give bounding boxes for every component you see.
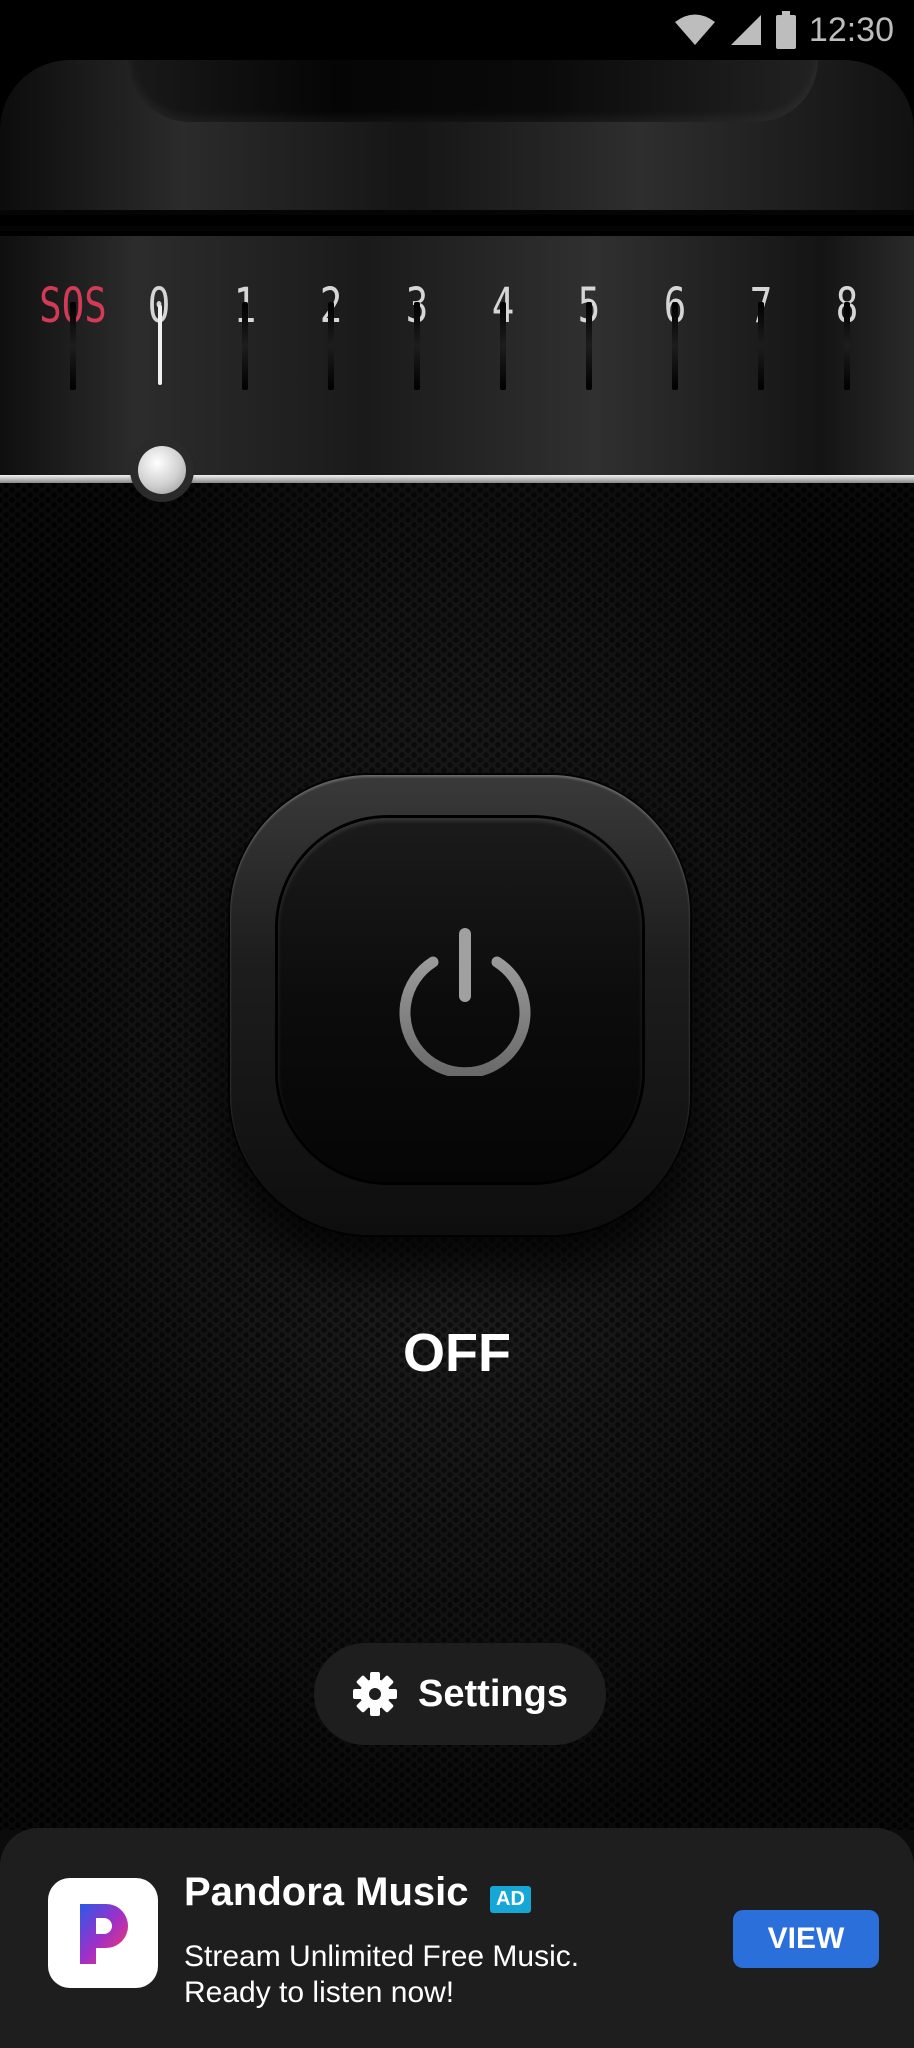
flashlight-header <box>0 60 914 478</box>
ad-description-line1: Stream Unlimited Free Music. <box>184 1940 580 1973</box>
status-time: 12:30 <box>808 10 894 49</box>
header-groove <box>0 210 914 215</box>
header-notch <box>128 60 818 122</box>
power-button[interactable] <box>230 775 690 1235</box>
dial-tick <box>328 302 334 390</box>
power-button-face[interactable] <box>278 818 642 1182</box>
mode-dial[interactable] <box>0 236 914 476</box>
wifi-icon <box>674 14 715 45</box>
settings-label: Settings <box>418 1672 568 1715</box>
dial-tick <box>844 302 850 390</box>
pandora-app-icon[interactable] <box>48 1878 158 1988</box>
dial-slider-track[interactable] <box>0 475 914 483</box>
ad-description-line2: Ready to listen now! <box>184 1976 455 2009</box>
dial-slider-knob[interactable] <box>138 446 186 494</box>
power-state-label: OFF <box>403 1323 511 1383</box>
ad-banner[interactable]: Pandora Music AD Stream Unlimited Free M… <box>0 1828 914 2048</box>
gear-icon <box>353 1672 398 1716</box>
dial-tick <box>500 302 506 390</box>
ad-badge: AD <box>490 1886 531 1913</box>
dial-tick-active <box>158 305 162 385</box>
dial-tick <box>586 302 592 390</box>
power-icon <box>399 928 531 1076</box>
settings-button[interactable]: Settings <box>314 1643 606 1745</box>
battery-icon <box>775 11 796 49</box>
dial-tick <box>758 302 764 390</box>
dial-tick <box>414 302 420 390</box>
dial-tick <box>242 302 248 390</box>
ad-title[interactable]: Pandora Music <box>184 1870 469 1915</box>
status-bar: 12:30 <box>0 0 914 60</box>
header-groove <box>0 226 914 231</box>
dial-tick <box>70 302 76 390</box>
signal-icon <box>730 15 761 45</box>
header-cap <box>0 60 914 210</box>
pandora-logo-icon <box>80 1904 128 1964</box>
ad-view-button[interactable]: VIEW <box>733 1910 879 1968</box>
dial-tick <box>672 302 678 390</box>
